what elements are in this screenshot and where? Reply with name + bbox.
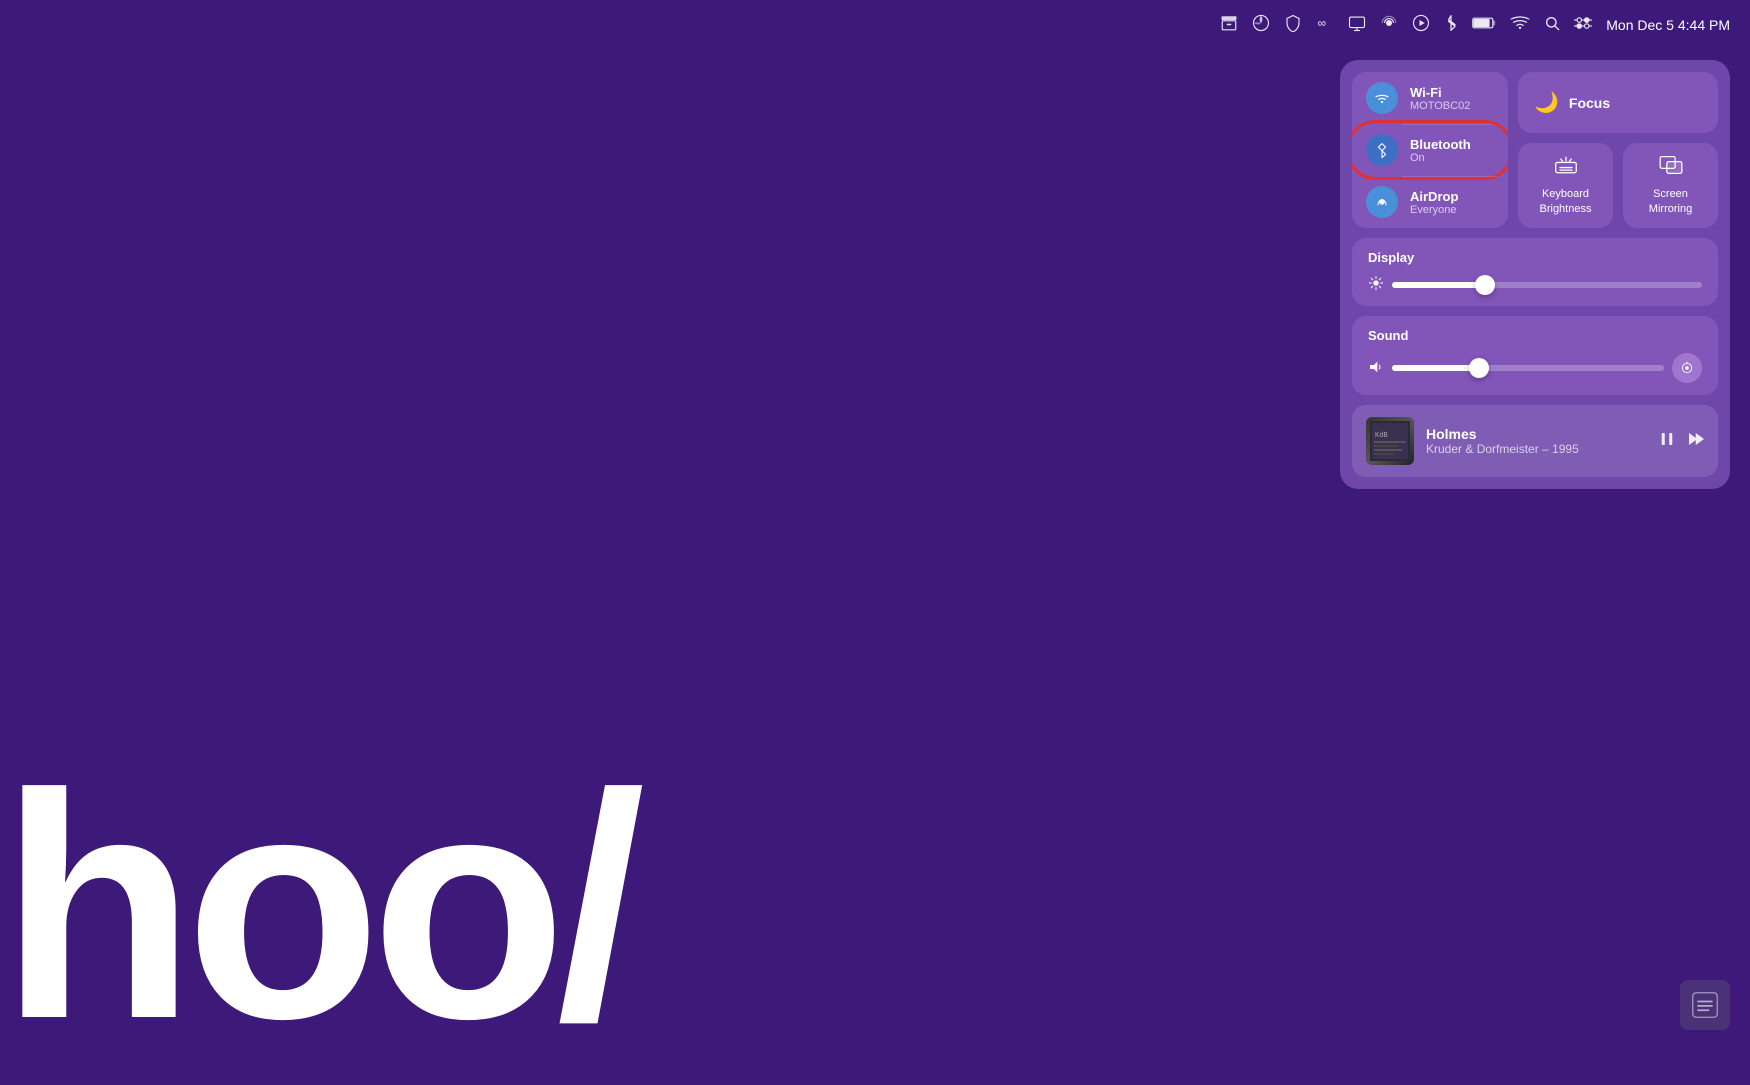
bottom-buttons: KeyboardBrightness ScreenMirroring <box>1518 143 1718 228</box>
airdrop-subtitle: Everyone <box>1410 204 1458 216</box>
album-art-inner: KdB <box>1366 417 1414 465</box>
control-center-top-section: Wi-Fi MOTOBC02 Bluetooth On <box>1352 72 1718 228</box>
search-menubar-icon[interactable] <box>1544 15 1560 36</box>
bluetooth-item[interactable]: Bluetooth On <box>1352 124 1508 176</box>
bottom-right-app-icon[interactable] <box>1680 980 1730 1030</box>
sound-slider-row <box>1368 353 1702 383</box>
sound-block: Sound <box>1352 316 1718 395</box>
archive-icon[interactable] <box>1220 14 1238 37</box>
pause-button[interactable] <box>1658 430 1676 453</box>
wifi-title: Wi-Fi <box>1410 85 1470 100</box>
screen-mirroring-button[interactable]: ScreenMirroring <box>1623 143 1718 228</box>
display-menubar-icon[interactable] <box>1348 14 1366 37</box>
wifi-subtitle: MOTOBC02 <box>1410 100 1470 112</box>
svg-text:KdB: KdB <box>1375 432 1388 440</box>
volume-low-icon <box>1368 359 1384 378</box>
wifi-item[interactable]: Wi-Fi MOTOBC02 <box>1352 72 1508 124</box>
playback-controls <box>1658 430 1704 453</box>
focus-label: Focus <box>1569 95 1610 111</box>
bluetooth-conn-icon <box>1366 134 1398 166</box>
display-block: Display <box>1352 238 1718 306</box>
menubar-icons: ∞ <box>1220 14 1592 37</box>
bluetooth-text: Bluetooth On <box>1410 137 1471 164</box>
airdrop-text: AirDrop Everyone <box>1410 189 1458 216</box>
sound-volume-slider[interactable] <box>1392 365 1664 371</box>
menubar-time: Mon Dec 5 4:44 PM <box>1606 17 1730 33</box>
keyboard-brightness-button[interactable]: KeyboardBrightness <box>1518 143 1613 228</box>
now-playing-block: KdB Holmes Kruder & Dorfmeister – 1995 <box>1352 405 1718 477</box>
track-title: Holmes <box>1426 426 1646 442</box>
screen-mirroring-icon <box>1658 155 1684 181</box>
maps-icon[interactable] <box>1252 14 1270 37</box>
sound-output-button[interactable] <box>1672 353 1702 383</box>
battery-icon[interactable] <box>1472 16 1496 35</box>
wifi-menubar-icon[interactable] <box>1510 15 1530 36</box>
track-info: Holmes Kruder & Dorfmeister – 1995 <box>1426 426 1646 456</box>
shield-icon[interactable] <box>1284 14 1302 37</box>
bluetooth-menubar-icon[interactable] <box>1444 14 1458 37</box>
skip-forward-button[interactable] <box>1686 430 1704 453</box>
svg-text:∞: ∞ <box>1318 15 1327 29</box>
wifi-text: Wi-Fi MOTOBC02 <box>1410 85 1470 112</box>
keyboard-brightness-icon <box>1554 155 1578 181</box>
control-center-toggle-icon[interactable] <box>1574 16 1592 35</box>
media-play-icon[interactable] <box>1412 14 1430 37</box>
focus-moon-icon: 🌙 <box>1534 90 1559 115</box>
display-slider-row <box>1368 275 1702 294</box>
album-art: KdB <box>1366 417 1414 465</box>
keyboard-brightness-label: KeyboardBrightness <box>1540 187 1592 216</box>
bluetooth-title: Bluetooth <box>1410 137 1471 152</box>
bluetooth-subtitle: On <box>1410 152 1471 164</box>
right-column: 🌙 Focus Keyb <box>1518 72 1718 228</box>
podcast-icon[interactable] <box>1380 14 1398 37</box>
control-center-panel: Wi-Fi MOTOBC02 Bluetooth On <box>1340 60 1730 489</box>
track-artist: Kruder & Dorfmeister – 1995 <box>1426 442 1646 456</box>
brightness-low-icon <box>1368 275 1384 294</box>
airdrop-title: AirDrop <box>1410 189 1458 204</box>
display-title: Display <box>1368 250 1702 265</box>
display-brightness-slider[interactable] <box>1392 282 1702 288</box>
creative-cloud-icon[interactable]: ∞ <box>1316 14 1334 37</box>
connectivity-block: Wi-Fi MOTOBC02 Bluetooth On <box>1352 72 1508 228</box>
focus-block[interactable]: 🌙 Focus <box>1518 72 1718 133</box>
wifi-icon <box>1366 82 1398 114</box>
screen-mirroring-label: ScreenMirroring <box>1649 187 1692 216</box>
airdrop-item[interactable]: AirDrop Everyone <box>1352 176 1508 228</box>
sound-title: Sound <box>1368 328 1702 343</box>
menubar: ∞ <box>0 0 1750 50</box>
desktop-text: hoo/ <box>0 762 635 1050</box>
airdrop-icon <box>1366 186 1398 218</box>
